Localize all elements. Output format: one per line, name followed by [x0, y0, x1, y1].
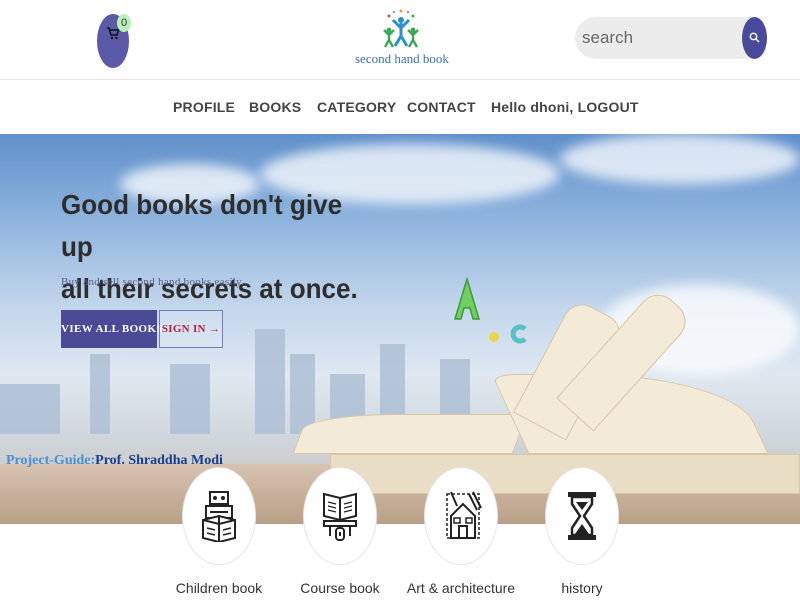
abc-letters-icon — [453, 276, 527, 344]
nav-logout[interactable]: Hello dhoni, LOGOUT — [491, 99, 639, 115]
book-on-stand-icon — [323, 492, 357, 541]
project-guide-name: Prof. Shraddha Modi — [95, 453, 223, 468]
search-icon — [749, 32, 760, 43]
robot-box-icon — [202, 491, 236, 542]
house-drawing-icon — [446, 491, 482, 539]
logo-text: second hand book — [355, 51, 449, 66]
people-logo-icon — [383, 9, 419, 48]
project-guide-label: Project-Guide: — [6, 453, 96, 468]
nav-category[interactable]: CATEGORY — [317, 99, 396, 115]
hero-title-line-1: Good books don't give up — [61, 189, 343, 262]
search-input[interactable] — [575, 17, 735, 59]
nav-contact[interactable]: CONTACT — [407, 99, 476, 115]
sign-in-button[interactable]: SIGN IN → — [159, 310, 223, 348]
hero-title: Good books don't give up all their secre… — [61, 184, 359, 310]
site-logo[interactable]: second hand book — [355, 6, 449, 70]
category-history[interactable] — [546, 468, 618, 564]
category-art-architecture[interactable] — [425, 468, 497, 564]
site-header: 0 second hand book — [0, 0, 800, 80]
search-box — [575, 17, 767, 59]
category-children-book[interactable] — [183, 468, 255, 564]
nav-profile[interactable]: PROFILE — [173, 99, 235, 115]
category-course-book[interactable] — [304, 468, 376, 564]
nav-books[interactable]: BOOKS — [249, 99, 301, 115]
hero-title-line-2: all their secrets at once. — [61, 273, 358, 304]
search-button[interactable] — [742, 17, 767, 59]
main-nav: PROFILE BOOKS CATEGORY CONTACT Hello dho… — [0, 80, 800, 134]
hourglass-icon — [568, 492, 596, 540]
cart-count-badge: 0 — [117, 14, 131, 32]
project-guide: Project-Guide:Prof. Shraddha Modi — [6, 453, 223, 469]
view-all-books-button[interactable]: VIEW ALL BOOKS — [61, 310, 163, 348]
category-label-history[interactable]: history — [507, 580, 657, 596]
hero-banner: Good books don't give up all their secre… — [0, 134, 800, 524]
hero-subtitle: Buy and sell second hand books easily. — [61, 276, 245, 288]
